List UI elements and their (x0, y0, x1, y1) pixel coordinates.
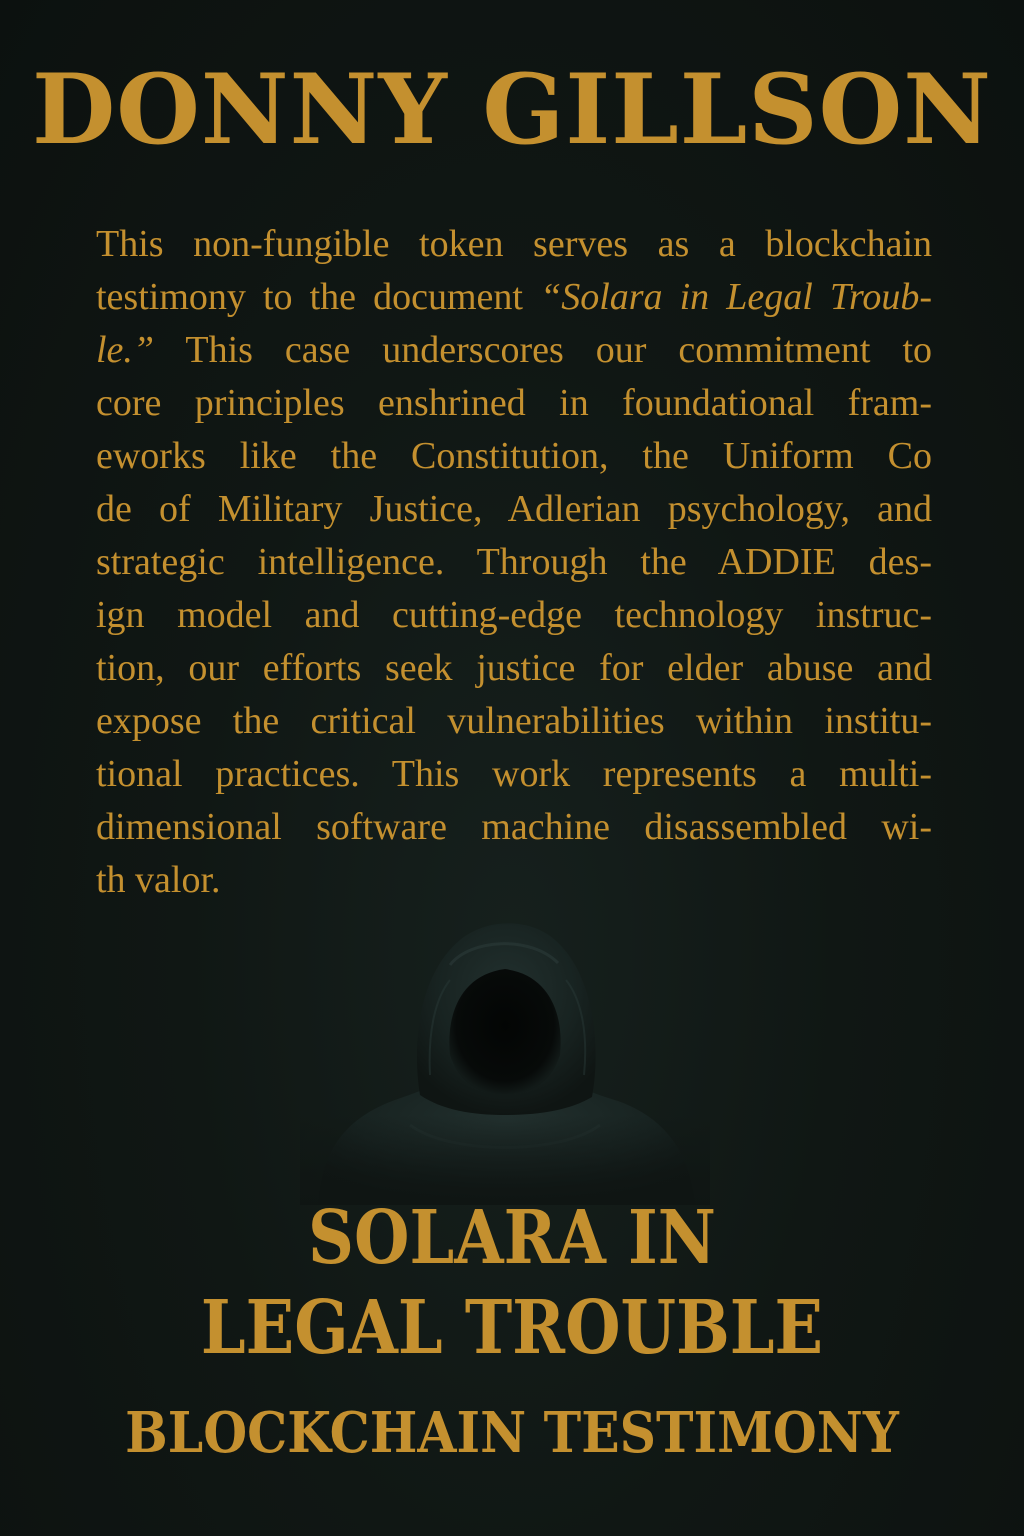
description-line: expose the critical vulnerabilities with… (96, 700, 932, 742)
description-line: tional practices. This work represents a… (96, 753, 932, 795)
description-line: th valor. (96, 859, 221, 901)
author-name: DONNY GILLSON (32, 53, 992, 166)
description-line: This non-fungible token serves as a bloc… (96, 223, 932, 265)
description-line: strategic intelligence. Through the ADDI… (96, 541, 932, 583)
description-line: eworks like the Constitution, the Unifor… (96, 435, 932, 477)
book-subtitle: BLOCKCHAIN TESTIMONY (125, 1400, 899, 1466)
description-line: testimony to the document “Solara in Leg… (96, 276, 932, 318)
document-title-italic: le.” (96, 329, 155, 371)
hooded-figure-icon (300, 905, 710, 1205)
book-cover: DONNY GILLSON This non-fungible token se… (0, 0, 1024, 1536)
description-line: core principles enshrined in foundationa… (96, 382, 932, 424)
description-line: ign model and cutting-edge technology in… (96, 594, 932, 636)
book-title-line-1: SOLARA IN (308, 1195, 716, 1281)
description-line: dimensional software machine disassemble… (96, 806, 932, 848)
description-line: de of Military Justice, Adlerian psychol… (96, 488, 932, 530)
description-line: tion, our efforts seek justice for elder… (96, 647, 932, 689)
description-paragraph: This non-fungible token serves as a bloc… (96, 218, 932, 907)
book-title-line-2: LEGAL TROUBLE (200, 1285, 824, 1371)
document-title-italic: “Solara in Legal Troub- (540, 276, 932, 318)
description-line: le.” This case underscores our commitmen… (96, 329, 932, 371)
